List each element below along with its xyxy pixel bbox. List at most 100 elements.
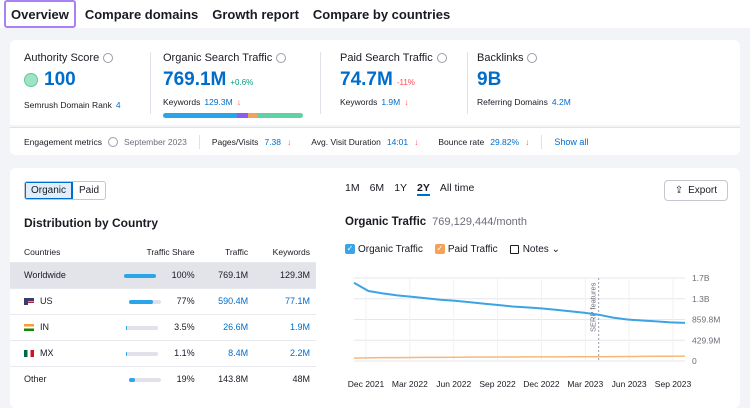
bounce-rate-label: Bounce rate (438, 136, 485, 147)
engagement-metrics-bar: Engagement metrics September 2023 Pages/… (10, 127, 740, 155)
arrow-down-icon: ↓ (414, 136, 419, 147)
period-1y[interactable]: 1Y (394, 182, 407, 196)
organic-traffic-chart-title: Organic Traffic (345, 216, 427, 228)
engagement-label: Engagement metrics (24, 136, 102, 147)
share-bar-fill (128, 299, 154, 304)
organic-keywords-value[interactable]: 129.3M (204, 97, 232, 107)
in-flag-icon (24, 324, 34, 332)
share-bar (128, 299, 161, 304)
engagement-date: September 2023 (123, 136, 187, 147)
info-icon[interactable] (527, 53, 538, 63)
table-row[interactable]: Worldwide 100% 769.1M 129.3M (10, 261, 316, 288)
checkbox-icon: ✓ (434, 244, 445, 255)
divider (467, 52, 468, 114)
referring-domains-value[interactable]: 4.2M (552, 97, 571, 107)
keywords-value[interactable]: 77.1M (254, 287, 316, 314)
share-bar-fill (126, 351, 128, 356)
domain-rank-value[interactable]: 4 (116, 100, 121, 110)
traffic-value[interactable]: 590.4M (202, 287, 255, 314)
organic-traffic-title: Organic Search Traffic (163, 52, 273, 64)
tab-growth-report[interactable]: Growth report (207, 1, 304, 27)
share-bar-fill (123, 273, 156, 278)
organic-paid-toggle: Organic Paid (24, 181, 107, 200)
tab-compare-domains[interactable]: Compare domains (80, 1, 203, 27)
paid-keywords-label: Keywords (340, 97, 378, 107)
col-header-traffic: Traffic (224, 246, 249, 257)
paid-traffic-value[interactable]: 74.7M (340, 69, 393, 91)
organic-traffic-value[interactable]: 769.1M (163, 69, 226, 91)
keywords-value[interactable]: 1.9M (254, 313, 316, 340)
x-tick-label: Dec 2022 (523, 379, 560, 389)
backlinks-card: Backlinks 9B Referring Domains 4.2M (477, 40, 571, 125)
backlinks-value[interactable]: 9B (477, 69, 501, 91)
traffic-share-value: 3.5% (174, 322, 195, 332)
x-tick-label: Mar 2022 (392, 379, 428, 389)
paid-traffic-card: Paid Search Traffic 74.7M -11% Keywords 1.… (340, 40, 447, 125)
domain-rank-label: Semrush Domain Rank (24, 100, 112, 110)
legend-paid-label: Paid Traffic (447, 244, 498, 255)
info-icon[interactable] (436, 53, 447, 63)
x-tick-label: Mar 2023 (567, 379, 603, 389)
period-1m[interactable]: 1M (345, 182, 360, 196)
authority-score-card: Authority Score 100 Semrush Domain Rank 4 (24, 40, 121, 125)
y-tick-label: 0 (692, 356, 697, 366)
visit-duration-label: Avg. Visit Duration (311, 136, 381, 147)
mx-flag-icon (24, 350, 34, 358)
paid-traffic-line (353, 355, 686, 359)
share-bar (128, 377, 161, 382)
legend-organic[interactable]: ✓ Organic Traffic (345, 244, 423, 255)
table-row[interactable]: Other 19% 143.8M 48M (10, 365, 316, 392)
paid-keywords-value[interactable]: 1.9M (381, 97, 400, 107)
info-icon[interactable] (103, 53, 114, 63)
chevron-down-icon: ⌄ (551, 244, 560, 255)
period-2y[interactable]: 2Y (417, 182, 430, 196)
legend-organic-label: Organic Traffic (358, 244, 423, 255)
legend-paid[interactable]: ✓ Paid Traffic (434, 244, 498, 255)
metrics-panel: Authority Score 100 Semrush Domain Rank 4… (10, 40, 740, 125)
table-row[interactable]: US 77% 590.4M 77.1M (10, 287, 316, 314)
divider (150, 52, 151, 114)
share-bar (123, 273, 156, 278)
keywords-value: 129.3M (254, 261, 316, 288)
toggle-paid[interactable]: Paid (73, 182, 105, 199)
toggle-organic[interactable]: Organic (25, 182, 74, 199)
info-icon[interactable] (107, 136, 118, 147)
arrow-down-icon: ↓ (404, 97, 409, 107)
authority-circle-icon (24, 73, 38, 87)
table-row[interactable]: MX 1.1% 8.4M 2.2M (10, 339, 316, 366)
traffic-value[interactable]: 8.4M (202, 339, 255, 366)
arrow-down-icon: ↓ (286, 136, 292, 147)
traffic-value[interactable]: 26.6M (202, 313, 255, 340)
x-tick-label: Jun 2022 (436, 379, 471, 389)
period-all-time[interactable]: All time (440, 182, 474, 196)
serp-features-label: SERP features (589, 282, 598, 332)
y-tick-label: 1.7B (692, 273, 710, 283)
pages-visits-label: Pages/Visits (211, 136, 259, 147)
info-icon[interactable] (276, 53, 287, 63)
show-all-link[interactable]: Show all (554, 137, 588, 147)
authority-score-value[interactable]: 100 (44, 69, 76, 91)
x-tick-label: Sep 2023 (655, 379, 692, 389)
notes-icon (509, 244, 519, 254)
export-button[interactable]: ⇪ Export (663, 180, 728, 201)
country-name: MX (40, 348, 54, 358)
keywords-value[interactable]: 2.2M (254, 339, 316, 366)
paid-traffic-delta: -11% (396, 78, 415, 87)
traffic-share-value: 19% (176, 374, 195, 385)
organic-traffic-chart[interactable]: 1.7B 1.3B 859.8M 429.9M 0 Dec 2021 Mar 2022 Jun… (340, 268, 720, 400)
notes-dropdown[interactable]: Notes ⌄ (509, 244, 560, 255)
divider (320, 52, 321, 114)
main-panel: Organic Paid Distribution by Country Cou… (10, 168, 740, 408)
paid-traffic-title: Paid Search Traffic (340, 52, 433, 64)
tab-compare-by-countries[interactable]: Compare by countries (308, 1, 455, 27)
report-tabs: Overview Compare domains Growth report C… (0, 0, 750, 28)
period-6m[interactable]: 6M (370, 182, 385, 196)
us-flag-icon (24, 298, 34, 306)
traffic-share-value: 1.1% (174, 348, 195, 358)
traffic-value: 769.1M (202, 261, 255, 288)
period-selector: 1M 6M 1Y 2Y All time (345, 182, 474, 196)
table-row[interactable]: IN 3.5% 26.6M 1.9M (10, 313, 316, 340)
backlinks-title: Backlinks (477, 52, 524, 64)
col-header-countries: Countries (24, 246, 61, 257)
tab-overview[interactable]: Overview (4, 0, 76, 28)
